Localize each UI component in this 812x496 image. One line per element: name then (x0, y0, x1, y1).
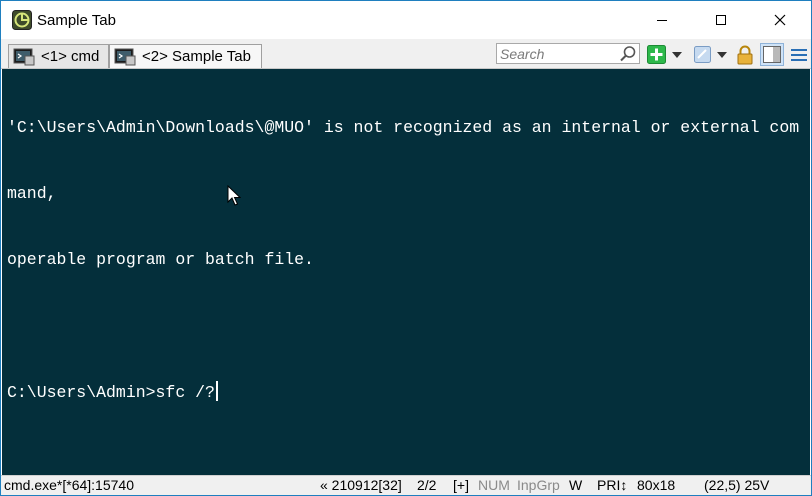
search-icon[interactable] (619, 45, 637, 63)
new-console-button[interactable] (646, 44, 666, 65)
conemu-app-icon (12, 10, 32, 30)
conemu-window: Sample Tab <1> cmd <2> Sample Tab Search… (0, 0, 812, 496)
close-button[interactable] (757, 1, 803, 39)
status-num[interactable]: NUM (478, 477, 510, 493)
paste-dropdown[interactable] (715, 44, 729, 65)
status-bar: cmd.exe*[*64]:15740 « 210912[32] 2/2 [+]… (1, 475, 811, 495)
minimize-button[interactable] (639, 1, 685, 39)
console-output[interactable]: 'C:\Users\Admin\Downloads\@MUO' is not r… (2, 69, 810, 475)
window-title: Sample Tab (37, 12, 116, 29)
lock-icon (737, 45, 753, 64)
console-line: operable program or batch file. (7, 250, 314, 269)
text-cursor (215, 381, 218, 401)
tab-cmd[interactable]: <1> cmd (8, 44, 109, 68)
console-prompt-text: C:\Users\Admin>sfc /? (7, 383, 215, 402)
status-plus[interactable]: [+] (453, 477, 469, 493)
console-prompt-line: C:\Users\Admin>sfc /? (7, 381, 810, 403)
new-console-dropdown[interactable] (670, 44, 684, 65)
dropdown-arrow-icon (672, 51, 682, 58)
maximize-icon (716, 15, 726, 25)
console-icon (114, 48, 136, 65)
status-pages[interactable]: 2/2 (417, 477, 436, 493)
console-icon (13, 48, 35, 65)
status-inpgrp[interactable]: InpGrp (517, 477, 560, 493)
lock-button[interactable] (735, 44, 755, 65)
status-pri[interactable]: PRI↕ (597, 477, 627, 493)
status-buffer[interactable]: « 210912[32] (320, 477, 402, 493)
status-size[interactable]: 80x18 (637, 477, 675, 493)
main-menu-button[interactable] (789, 44, 809, 65)
status-process[interactable]: cmd.exe*[*64]:15740 (4, 477, 134, 493)
tab-bar: <1> cmd <2> Sample Tab (1, 39, 811, 69)
status-cursor-pos[interactable]: (22,5) 25V (704, 477, 769, 493)
dropdown-arrow-icon (717, 51, 727, 58)
panels-button[interactable] (760, 43, 784, 66)
console-line: 'C:\Users\Admin\Downloads\@MUO' is not r… (7, 118, 800, 137)
maximize-button[interactable] (698, 1, 744, 39)
mouse-pointer-icon (227, 185, 241, 206)
minimize-icon (657, 20, 667, 21)
console-line: mand, (7, 184, 57, 203)
status-w[interactable]: W (569, 477, 582, 493)
search-box (496, 43, 640, 64)
menu-icon (791, 48, 807, 61)
tab-sample-tab[interactable]: <2> Sample Tab (109, 44, 262, 68)
title-bar[interactable]: Sample Tab (1, 1, 811, 39)
search-input[interactable] (500, 45, 615, 62)
new-console-icon (646, 45, 666, 64)
paste-button[interactable] (691, 44, 713, 65)
close-icon (774, 14, 786, 26)
tab-label: <2> Sample Tab (142, 48, 251, 65)
tab-label: <1> cmd (41, 48, 100, 65)
paste-icon (693, 46, 711, 63)
panels-icon (763, 46, 781, 63)
